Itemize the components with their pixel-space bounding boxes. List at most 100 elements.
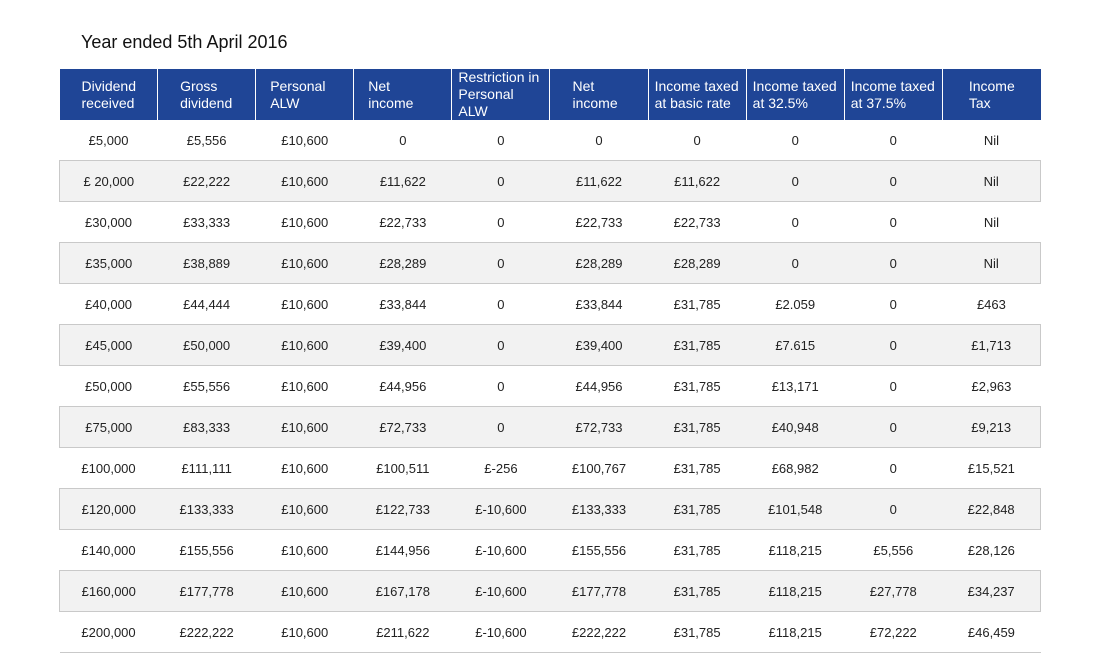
table-cell: £101,548 [746, 488, 845, 530]
table-row: £140,000 £155,556 £10,600 £144,956 £-10,600 £… [59, 530, 1041, 571]
table-cell: £167,178 [353, 570, 452, 612]
table-cell: £33,333 [183, 214, 231, 230]
table-cell: £31,785 [673, 460, 721, 476]
table-cell: £22,733 [379, 214, 427, 230]
table-cell: £5,556 [873, 542, 914, 558]
table-cell: £72,222 [869, 624, 917, 640]
table-cell: £118,215 [746, 570, 845, 612]
table-cell: £118,215 [768, 542, 822, 558]
table-cell: £10,600 [281, 214, 329, 230]
table-cell: 0 [746, 160, 845, 202]
table-cell: £1,713 [942, 324, 1042, 366]
table-cell: £10,600 [255, 242, 354, 284]
table-cell: £10,600 [255, 488, 354, 530]
table-cell: £35,000 [58, 242, 158, 284]
table-row: £160,000 £177,778 £10,600 £167,178 £-10,600 £… [58, 570, 1042, 612]
table-cell: £-10,600 [475, 624, 527, 640]
table-cell: £22,848 [942, 488, 1042, 530]
table-cell: Nil [983, 214, 999, 230]
table-cell: 0 [497, 378, 505, 394]
header-dividend-received: Dividend received [59, 69, 159, 120]
table-cell: £45,000 [58, 324, 158, 366]
header-net-income: Net income [353, 69, 453, 120]
table-cell: £177,778 [549, 570, 649, 612]
table-cell: 0 [451, 160, 550, 202]
table-cell: £100,511 [376, 460, 430, 476]
table-cell: £2,963 [971, 378, 1012, 394]
table-cell: £155,556 [571, 542, 627, 558]
dividend-tax-table: Dividend received Gross dividend Personal A… [58, 69, 1042, 653]
table-row: £100,000 £111,111 £10,600 £100,511 £-256 £100… [59, 448, 1041, 489]
table-cell: £200,000 [81, 624, 136, 640]
table-cell: £10,600 [281, 542, 329, 558]
table-cell: 0 [889, 132, 897, 148]
table-row: £45,000 £50,000 £10,600 £39,400 0 £39,400 £31,… [58, 324, 1042, 366]
table-cell: £31,785 [673, 542, 721, 558]
table-cell: 0 [399, 132, 407, 148]
table-cell: £39,400 [549, 324, 649, 366]
table-cell: 0 [844, 488, 943, 530]
table-cell: £30,000 [85, 214, 133, 230]
header-gross-dividend: Gross dividend [157, 69, 257, 120]
table-cell: £31,785 [648, 406, 747, 448]
table-cell: £5,000 [88, 132, 129, 148]
table-cell: £7.615 [746, 324, 845, 366]
table-cell: 0 [844, 160, 943, 202]
table-cell: £50,000 [85, 378, 133, 394]
table-cell: £10,600 [255, 570, 354, 612]
table-cell: £9,213 [942, 406, 1042, 448]
table-cell: £122,733 [353, 488, 452, 530]
table-cell: £10,600 [281, 378, 329, 394]
table-row: £35,000 £38,889 £10,600 £28,289 0 £28,289 £28,… [58, 242, 1042, 284]
table-cell: £5,556 [186, 132, 227, 148]
table-cell: £11,622 [549, 160, 649, 202]
table-cell: 0 [844, 324, 943, 366]
table-row: £50,000 £55,556 £10,600 £44,956 0 £44,956 £31,… [59, 366, 1041, 407]
header-income-taxed-32-5: Income taxed at 32.5% [746, 69, 845, 120]
table-cell: £31,785 [648, 324, 747, 366]
table-cell: £22,222 [157, 160, 256, 202]
table-cell: 0 [844, 406, 943, 448]
table-cell: £2.059 [775, 296, 816, 312]
table-cell: £31,785 [673, 624, 721, 640]
table-cell: £ 20,000 [58, 160, 158, 202]
table-row: £75,000 £83,333 £10,600 £72,733 0 £72,733 £31,… [58, 406, 1042, 448]
header-row: Dividend received Gross dividend Personal A… [59, 69, 1041, 120]
table-cell: £68,982 [771, 460, 819, 476]
table-cell: £39,400 [353, 324, 452, 366]
table-cell: £177,778 [157, 570, 256, 612]
table-cell: £31,785 [673, 378, 721, 394]
table-cell: £-10,600 [475, 542, 527, 558]
table-cell: £38,889 [157, 242, 256, 284]
table-cell: 0 [451, 406, 550, 448]
table-cell: 0 [889, 460, 897, 476]
table-cell: 0 [497, 214, 505, 230]
table-cell: £211,622 [376, 624, 430, 640]
table-cell: 0 [889, 214, 897, 230]
table-cell: £50,000 [157, 324, 256, 366]
table-cell: £33,844 [575, 296, 623, 312]
table-cell: 0 [746, 242, 845, 284]
table-cell: £11,622 [648, 160, 747, 202]
table-cell: £10,600 [281, 296, 329, 312]
table-cell: 0 [595, 132, 603, 148]
table-cell: £144,956 [375, 542, 430, 558]
table-cell: £46,459 [967, 624, 1015, 640]
table-cell: 0 [844, 242, 943, 284]
table-cell: £10,600 [255, 160, 354, 202]
table-cell: 0 [791, 214, 799, 230]
header-restriction-personal-alw: Restriction in Personal ALW [451, 69, 551, 120]
header-income-tax: Income Tax [942, 69, 1041, 120]
table-cell: £28,289 [648, 242, 747, 284]
table-cell: £83,333 [157, 406, 256, 448]
header-income-taxed-basic: Income taxed at basic rate [648, 69, 747, 120]
header-personal-alw: Personal ALW [255, 69, 355, 120]
table-cell: £111,111 [181, 460, 232, 476]
table-cell: £55,556 [183, 378, 231, 394]
header-income-taxed-37-5: Income taxed at 37.5% [844, 69, 943, 120]
table-cell: £222,222 [571, 624, 627, 640]
table-row: £40,000 £44,444 £10,600 £33,844 0 £33,844 £31,… [59, 284, 1041, 325]
table-cell: £75,000 [58, 406, 158, 448]
table-cell: £160,000 [58, 570, 158, 612]
table-cell: Nil [983, 132, 999, 148]
